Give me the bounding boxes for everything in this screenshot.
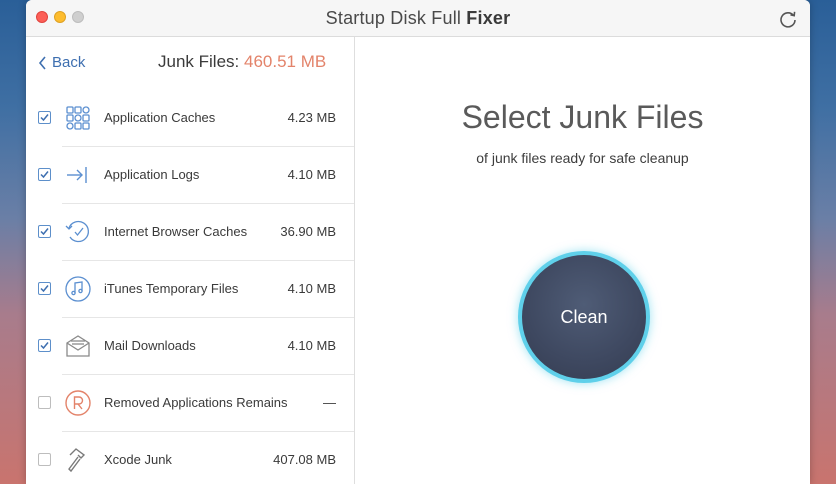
chevron-left-icon — [38, 55, 46, 70]
r-circle-icon — [65, 390, 91, 416]
log-arrow-icon — [67, 167, 87, 183]
list-item[interactable]: iTunes Temporary Files 4.10 MB — [26, 261, 354, 318]
checkbox-checked[interactable] — [38, 225, 51, 238]
item-label: Xcode Junk — [104, 452, 172, 467]
list-item[interactable]: Application Logs 4.10 MB — [26, 147, 354, 204]
item-label: Application Caches — [104, 110, 216, 125]
checkbox-checked[interactable] — [38, 282, 51, 295]
item-label: Internet Browser Caches — [104, 224, 248, 239]
clock-history-icon — [65, 220, 90, 243]
list-item[interactable]: Application Caches 4.23 MB — [26, 90, 354, 147]
checkbox-checked[interactable] — [38, 168, 51, 181]
list-item[interactable]: Removed Applications Remains — — [26, 375, 354, 432]
app-window: Startup Disk Full Fixer Back Junk Files:… — [26, 0, 810, 484]
page-title: Select Junk Files — [461, 99, 704, 135]
main-panel: Select Junk Files of junk files ready fo… — [355, 37, 810, 484]
item-label: Removed Applications Remains — [104, 395, 288, 410]
item-label: iTunes Temporary Files — [104, 281, 239, 296]
refresh-icon[interactable] — [778, 9, 798, 29]
back-label: Back — [52, 54, 86, 71]
junk-total-size: 460.51 MB — [243, 52, 327, 71]
list-item[interactable]: Xcode Junk 407.08 MB — [26, 432, 354, 484]
item-size: 4.10 MB — [287, 167, 336, 182]
item-size: — — [323, 395, 336, 410]
checkbox-unchecked[interactable] — [38, 396, 51, 409]
item-size: 36.90 MB — [280, 224, 336, 239]
page-subtitle: of junk files ready for safe cleanup — [476, 150, 689, 166]
item-label: Mail Downloads — [104, 338, 196, 353]
item-size: 407.08 MB — [273, 452, 336, 467]
checkbox-checked[interactable] — [38, 111, 51, 124]
clean-button-ring: Clean — [518, 251, 650, 383]
checkbox-unchecked[interactable] — [38, 453, 51, 466]
item-size: 4.10 MB — [287, 338, 336, 353]
music-note-icon — [65, 276, 91, 302]
item-size: 4.10 MB — [287, 281, 336, 296]
checkbox-checked[interactable] — [38, 339, 51, 352]
back-button[interactable]: Back — [38, 54, 85, 71]
title-bar: Startup Disk Full Fixer — [26, 0, 810, 37]
grid-apps-icon — [66, 106, 90, 130]
junk-files-title: Junk Files: 460.51 MB — [158, 52, 327, 71]
clean-button[interactable]: Clean — [522, 255, 646, 379]
window-title: Startup Disk Full Fixer — [325, 8, 511, 28]
junk-list-panel: Back Junk Files: 460.51 MB Application C… — [26, 37, 355, 484]
envelope-icon — [66, 335, 90, 357]
list-item[interactable]: Mail Downloads 4.10 MB — [26, 318, 354, 375]
hammer-icon — [68, 448, 86, 473]
list-item[interactable]: Internet Browser Caches 36.90 MB — [26, 204, 354, 261]
item-size: 4.23 MB — [287, 110, 336, 125]
item-label: Application Logs — [104, 167, 200, 182]
